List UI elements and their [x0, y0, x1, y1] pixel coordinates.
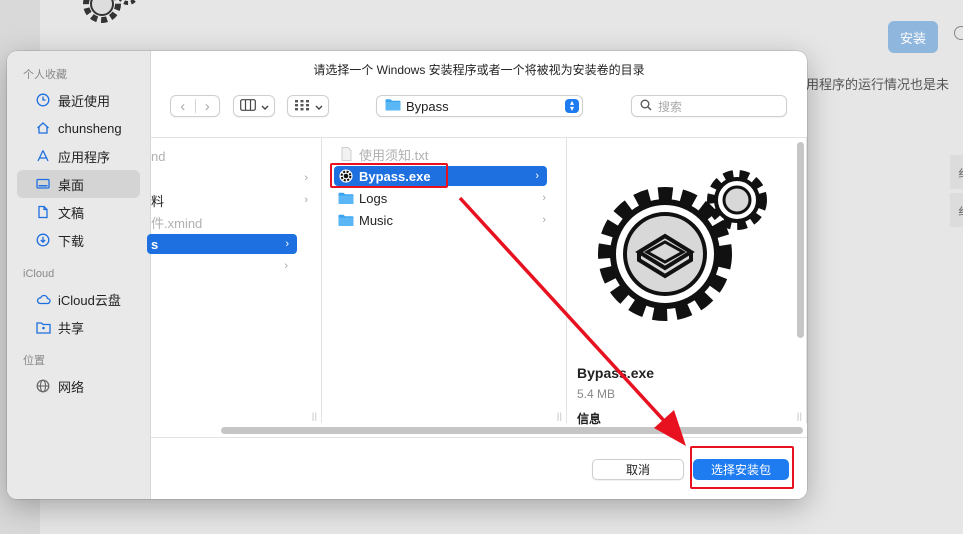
- desktop-icon: [35, 176, 51, 192]
- stepper-icon: ▴ ▾: [565, 99, 579, 113]
- list-item[interactable]: 件.xmind: [151, 212, 316, 232]
- list-item[interactable]: nd: [151, 146, 316, 166]
- sidebar-item-desktop[interactable]: 桌面: [17, 170, 140, 198]
- columns-view-icon: [239, 98, 256, 114]
- apps-icon: [35, 148, 51, 164]
- sidebar-section-icloud: iCloud: [23, 268, 55, 280]
- nav-button-group: ‹ ›: [170, 95, 220, 117]
- document-icon: [35, 204, 51, 220]
- preview-info-label: 信息: [577, 412, 602, 426]
- list-item[interactable]: ›: [151, 168, 316, 188]
- view-mode-button[interactable]: [233, 95, 275, 117]
- chevron-right-icon: ›: [535, 170, 539, 182]
- shared-folder-icon: [35, 319, 51, 335]
- vertical-scrollbar[interactable]: [797, 142, 804, 338]
- chevron-right-icon: ›: [304, 172, 308, 184]
- search-icon: [640, 99, 652, 114]
- sidebar-item-label: 应用程序: [58, 149, 111, 165]
- sidebar-item-label: 下载: [58, 233, 85, 249]
- sidebar-item-home[interactable]: chunsheng: [17, 114, 140, 142]
- text-file-icon: [341, 147, 352, 161]
- info-icon[interactable]: [954, 26, 963, 40]
- folder-icon: [338, 214, 354, 226]
- column-resize-handle[interactable]: | |: [312, 411, 317, 421]
- install-button[interactable]: 安装: [888, 21, 938, 53]
- list-item[interactable]: Music ›: [334, 210, 554, 230]
- search-placeholder: 搜索: [658, 99, 683, 114]
- list-item[interactable]: 使用须知.txt: [334, 144, 554, 164]
- home-icon: [35, 120, 51, 136]
- preview-file-size: 5.4 MB: [577, 387, 616, 401]
- gear-app-icon: [598, 170, 767, 321]
- chevron-down-icon: [261, 99, 269, 114]
- chevron-right-icon: ›: [304, 194, 308, 206]
- sidebar-item-label: 网络: [58, 379, 85, 395]
- preview-file-name: Bypass.exe: [577, 365, 655, 381]
- grid-icon: [294, 99, 310, 114]
- sidebar-section-favorites: 个人收藏: [23, 69, 67, 81]
- search-input[interactable]: 搜索: [631, 95, 787, 117]
- chevron-right-icon: ›: [542, 214, 546, 226]
- download-icon: [35, 232, 51, 248]
- cloud-icon: [35, 291, 51, 307]
- background-side-tab[interactable]: 纟: [950, 193, 963, 227]
- background-side-tab[interactable]: 纟: [950, 155, 963, 189]
- chevron-right-icon: ›: [284, 260, 288, 272]
- sidebar-item-downloads[interactable]: 下载: [17, 226, 140, 254]
- list-item[interactable]: 料 ›: [151, 190, 316, 210]
- chevron-right-icon: ›: [542, 192, 546, 204]
- sidebar-item-applications[interactable]: 应用程序: [17, 142, 140, 170]
- preview-pane: Bypass.exe 5.4 MB 信息 | |: [567, 138, 807, 426]
- annotation-highlight-box: [330, 163, 448, 188]
- background-description: 用程序的运行情况也是未: [806, 77, 950, 92]
- folder-icon: [338, 192, 354, 204]
- dialog-title: 请选择一个 Windows 安装程序或者一个将被视为安装卷的目录: [313, 63, 645, 77]
- sidebar-item-label: chunsheng: [58, 120, 122, 136]
- group-by-button[interactable]: [287, 95, 329, 117]
- folder-icon: [385, 98, 401, 114]
- column-resize-handle[interactable]: | |: [557, 411, 562, 421]
- sidebar-item-label: 最近使用: [58, 93, 111, 109]
- sidebar-item-icloud-drive[interactable]: iCloud云盘: [17, 285, 140, 313]
- sidebar-section-locations: 位置: [23, 355, 45, 367]
- back-button[interactable]: ‹: [171, 96, 195, 116]
- chevron-down-icon: [315, 99, 323, 114]
- annotation-highlight-box: [690, 446, 794, 489]
- column-browser: nd › 料 › 件.xmind s › › | | 使用须知.txt Bypass…: [147, 137, 807, 437]
- list-item[interactable]: ›: [151, 256, 296, 276]
- sidebar-item-label: 桌面: [58, 177, 85, 193]
- chevron-right-icon: ›: [285, 238, 289, 250]
- path-popup[interactable]: Bypass ▴ ▾: [376, 95, 583, 117]
- globe-icon: [35, 378, 51, 394]
- horizontal-scrollbar[interactable]: [221, 427, 803, 434]
- sidebar-item-documents[interactable]: 文稿: [17, 198, 140, 226]
- file-open-dialog: 个人收藏 最近使用 chunsheng 应用程序 桌面 文稿 下载 iCloud: [7, 51, 807, 499]
- list-item-selected[interactable]: s ›: [147, 234, 297, 254]
- sidebar-item-label: 文稿: [58, 205, 85, 221]
- sidebar-item-recents[interactable]: 最近使用: [17, 86, 140, 114]
- sidebar-item-label: 共享: [58, 320, 85, 336]
- cancel-button[interactable]: 取消: [592, 459, 684, 480]
- sidebar-item-label: iCloud云盘: [58, 292, 121, 308]
- app-logo-icon: [83, 0, 138, 23]
- list-item[interactable]: Logs ›: [334, 188, 554, 208]
- sidebar-item-network[interactable]: 网络: [17, 372, 140, 400]
- sidebar-item-shared[interactable]: 共享: [17, 313, 140, 341]
- browser-column-1: nd › 料 › 件.xmind s › › | |: [147, 138, 322, 423]
- dialog-sidebar: 个人收藏 最近使用 chunsheng 应用程序 桌面 文稿 下载 iCloud: [7, 51, 151, 499]
- forward-button[interactable]: ›: [196, 96, 220, 116]
- clock-icon: [35, 92, 51, 108]
- column-resize-handle[interactable]: | |: [797, 411, 802, 421]
- path-label: Bypass: [406, 98, 449, 114]
